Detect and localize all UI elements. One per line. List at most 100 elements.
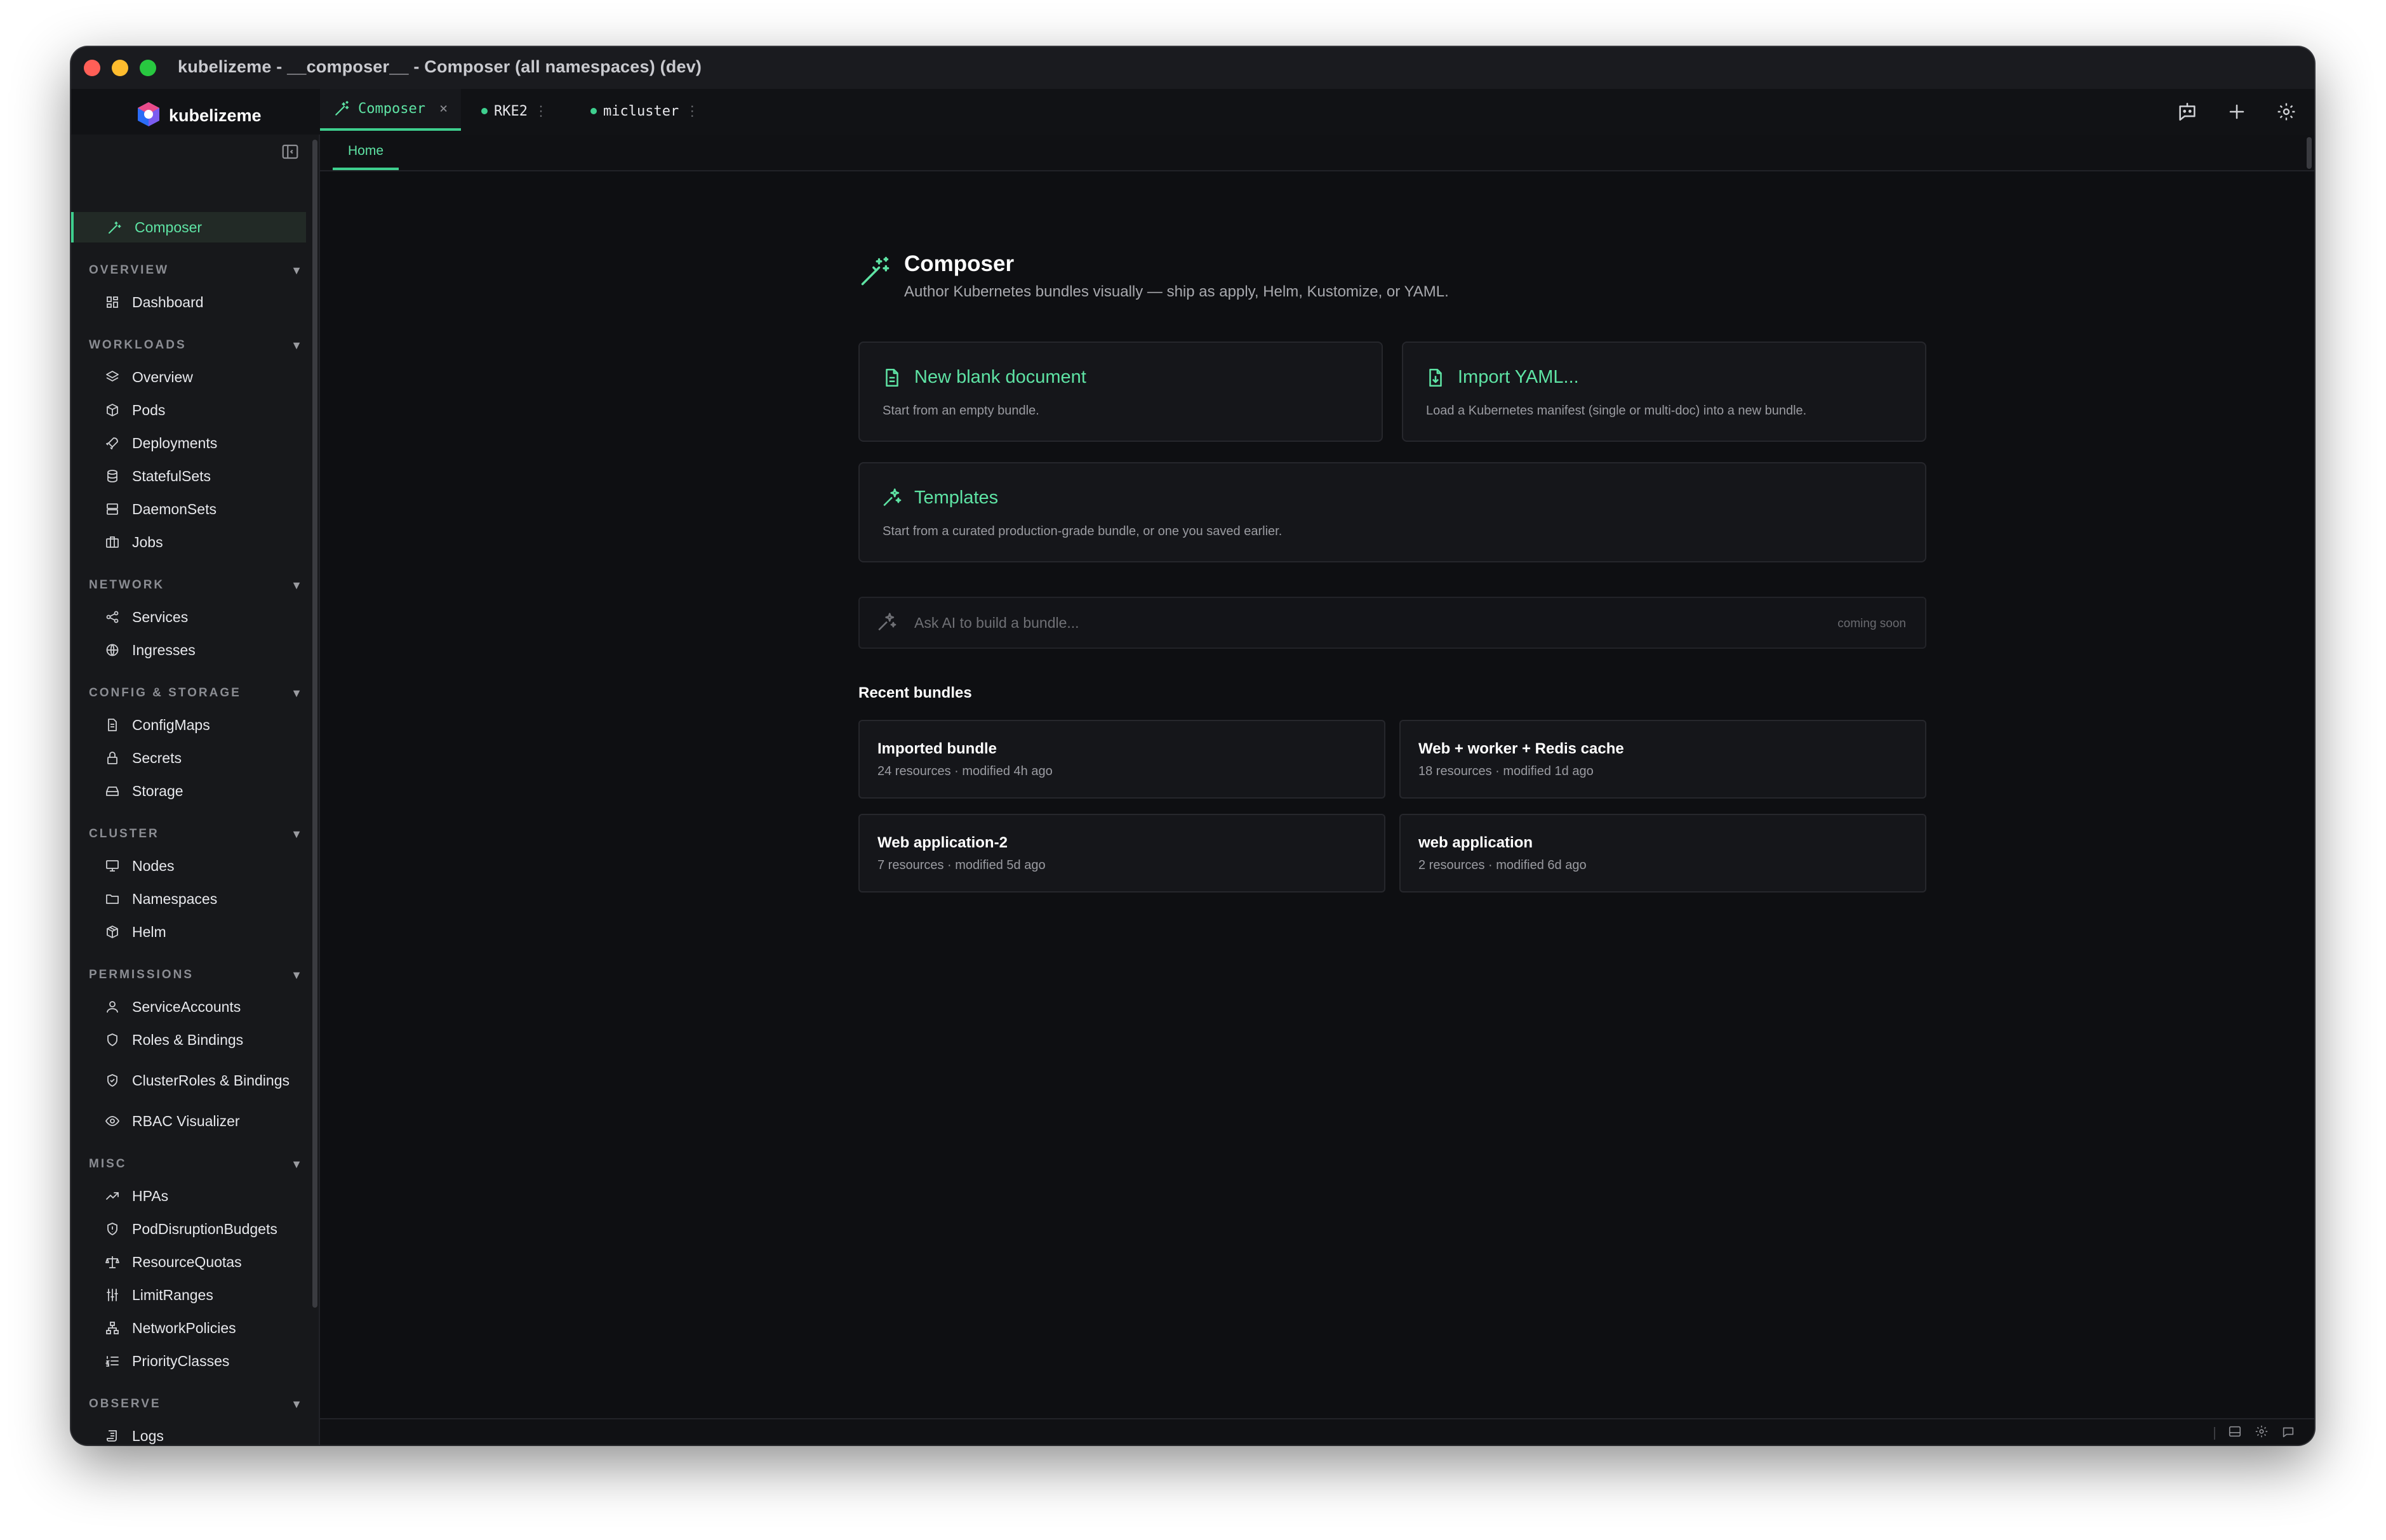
cluster-status-dot [590,108,597,114]
section-config-storage[interactable]: CONFIG & STORAGE ▼ [89,682,309,705]
sidebar-item-limitranges[interactable]: LimitRanges [74,1280,309,1310]
sidebar-item-namespaces[interactable]: Namespaces [74,884,309,914]
sidebar-item-jobs[interactable]: Jobs [74,527,309,557]
bundle-card[interactable]: Imported bundle 24 resources · modified … [858,720,1385,799]
sidebar-item-resourcequotas[interactable]: ResourceQuotas [74,1247,309,1277]
sidebar-item-label: Composer [135,218,203,236]
sidebar-item-deployments[interactable]: Deployments [74,428,309,458]
recent-bundles-heading: Recent bundles [858,684,972,701]
sidebar-item-roles-bindings[interactable]: Roles & Bindings [74,1025,309,1055]
chevron-down-icon: ▼ [291,1157,302,1171]
chat-bot-icon[interactable] [2281,1424,2295,1442]
tab-rke2[interactable]: RKE2 ⋮ [475,89,564,133]
chevron-down-icon: ▼ [291,827,302,840]
sidebar-item-priorityclasses[interactable]: PriorityClasses [74,1346,309,1376]
add-icon[interactable] [2220,98,2253,126]
gear-icon[interactable] [2255,1424,2269,1442]
sidebar-item-dashboard[interactable]: Dashboard [74,287,309,317]
tab-home[interactable]: Home [333,135,399,170]
trending-up-icon [103,1186,122,1205]
sidebar-scrollbar[interactable] [312,140,317,1308]
tab-menu-icon[interactable]: ⋮ [534,103,548,119]
bundle-card[interactable]: Web + worker + Redis cache 18 resources … [1399,720,1926,799]
chat-bot-icon[interactable] [2171,98,2204,126]
sidebar-item-nodes[interactable]: Nodes [74,851,309,881]
card-description: Load a Kubernetes manifest (single or mu… [1426,404,1807,418]
bundle-meta: 2 resources · modified 6d ago [1418,858,1587,872]
sparkles-icon [881,488,903,509]
file-icon [881,367,903,388]
sidebar-item-ingresses[interactable]: Ingresses [74,635,309,665]
sidebar-item-hpas[interactable]: HPAs [74,1181,309,1211]
minimize-window-button[interactable] [112,60,128,76]
panel-icon[interactable] [2228,1424,2242,1442]
sidebar-item-logs[interactable]: Logs [74,1421,309,1445]
dashboard-grid-icon [103,293,122,312]
title-bar: kubelizeme - __composer__ - Composer (al… [71,47,2314,90]
sidebar-item-rbac-visualizer[interactable]: RBAC Visualizer [74,1106,309,1136]
sidebar-item-composer[interactable]: Composer [71,212,306,242]
coming-soon-badge: coming soon [1837,617,1906,630]
bundle-name: web application [1418,834,1533,851]
cluster-status-dot [481,108,488,114]
sidebar-item-daemonsets[interactable]: DaemonSets [74,494,309,524]
brand: kubelizeme [135,100,262,131]
section-network[interactable]: NETWORK ▼ [89,574,309,597]
sidebar-item-configmaps[interactable]: ConfigMaps [74,710,309,740]
sidebar-item-serviceaccounts[interactable]: ServiceAccounts [74,992,309,1022]
sidebar-item-statefulsets[interactable]: StatefulSets [74,461,309,491]
zoom-window-button[interactable] [140,60,156,76]
network-icon [103,1318,122,1338]
chevron-down-icon: ▼ [291,968,302,981]
kubelizeme-logo-icon [135,100,163,131]
file-text-icon [103,715,122,734]
tab-bar: kubelizeme Composer × RKE2 ⋮ micluster ⋮ [71,89,2314,136]
sidebar-item-overview[interactable]: Overview [74,362,309,392]
rocket-icon [103,434,122,453]
close-window-button[interactable] [84,60,100,76]
shield-icon [103,1030,122,1049]
import-yaml-card[interactable]: Import YAML... Load a Kubernetes manifes… [1402,342,1926,442]
section-cluster[interactable]: CLUSTER ▼ [89,823,309,846]
section-permissions[interactable]: PERMISSIONS ▼ [89,964,309,986]
sidebar-item-services[interactable]: Services [74,602,309,632]
sidebar: Composer OVERVIEW ▼ Dashboard WORKLOADS ▼ … [71,135,320,1445]
sidebar-item-networkpolicies[interactable]: NetworkPolicies [74,1313,309,1343]
server-icon [103,500,122,519]
tab-composer[interactable]: Composer × [320,89,461,131]
gear-icon[interactable] [2270,98,2303,126]
sidebar-item-helm[interactable]: Helm [74,917,309,947]
sidebar-item-clusterroles-bindings[interactable]: ClusterRoles & Bindings [74,1058,309,1103]
section-workloads[interactable]: WORKLOADS ▼ [89,334,309,357]
bundle-card[interactable]: Web application-2 7 resources · modified… [858,814,1385,893]
wand-icon [334,100,350,117]
bundle-card[interactable]: web application 2 resources · modified 6… [1399,814,1926,893]
user-icon [103,997,122,1016]
main-scrollbar[interactable] [2307,137,2312,169]
page-subtitle: Author Kubernetes bundles visually — shi… [904,283,1449,300]
card-title: Import YAML... [1458,367,1579,387]
tab-rke2-label: RKE2 [494,103,528,119]
tab-micluster[interactable]: micluster ⋮ [584,89,724,133]
shield-check-icon [103,1071,122,1090]
chevron-down-icon: ▼ [291,338,302,352]
sidebar-item-secrets[interactable]: Secrets [74,743,309,773]
section-misc[interactable]: MISC ▼ [89,1153,309,1176]
ask-ai-bar[interactable]: Ask AI to build a bundle... coming soon [858,597,1926,649]
magic-wand-icon [858,255,891,288]
tab-menu-icon[interactable]: ⋮ [685,103,699,119]
sidebar-item-poddisruptionbudgets[interactable]: PodDisruptionBudgets [74,1214,309,1244]
new-blank-document-card[interactable]: New blank document Start from an empty b… [858,342,1383,442]
templates-card[interactable]: Templates Start from a curated productio… [858,462,1926,562]
sidebar-item-storage[interactable]: Storage [74,776,309,806]
section-overview[interactable]: OVERVIEW ▼ [89,259,309,282]
sidebar-item-pods[interactable]: Pods [74,395,309,425]
sidebar-collapse-icon[interactable] [281,142,303,165]
section-observe[interactable]: OBSERVE ▼ [89,1393,309,1416]
tab-close-icon[interactable]: × [439,101,448,117]
brand-name: kubelizeme [169,106,262,125]
wand-icon [105,218,124,237]
main-content: Home Composer Author Kubernetes bundles … [320,135,2314,1445]
layers-icon [103,368,122,387]
divider [2214,1426,2215,1440]
